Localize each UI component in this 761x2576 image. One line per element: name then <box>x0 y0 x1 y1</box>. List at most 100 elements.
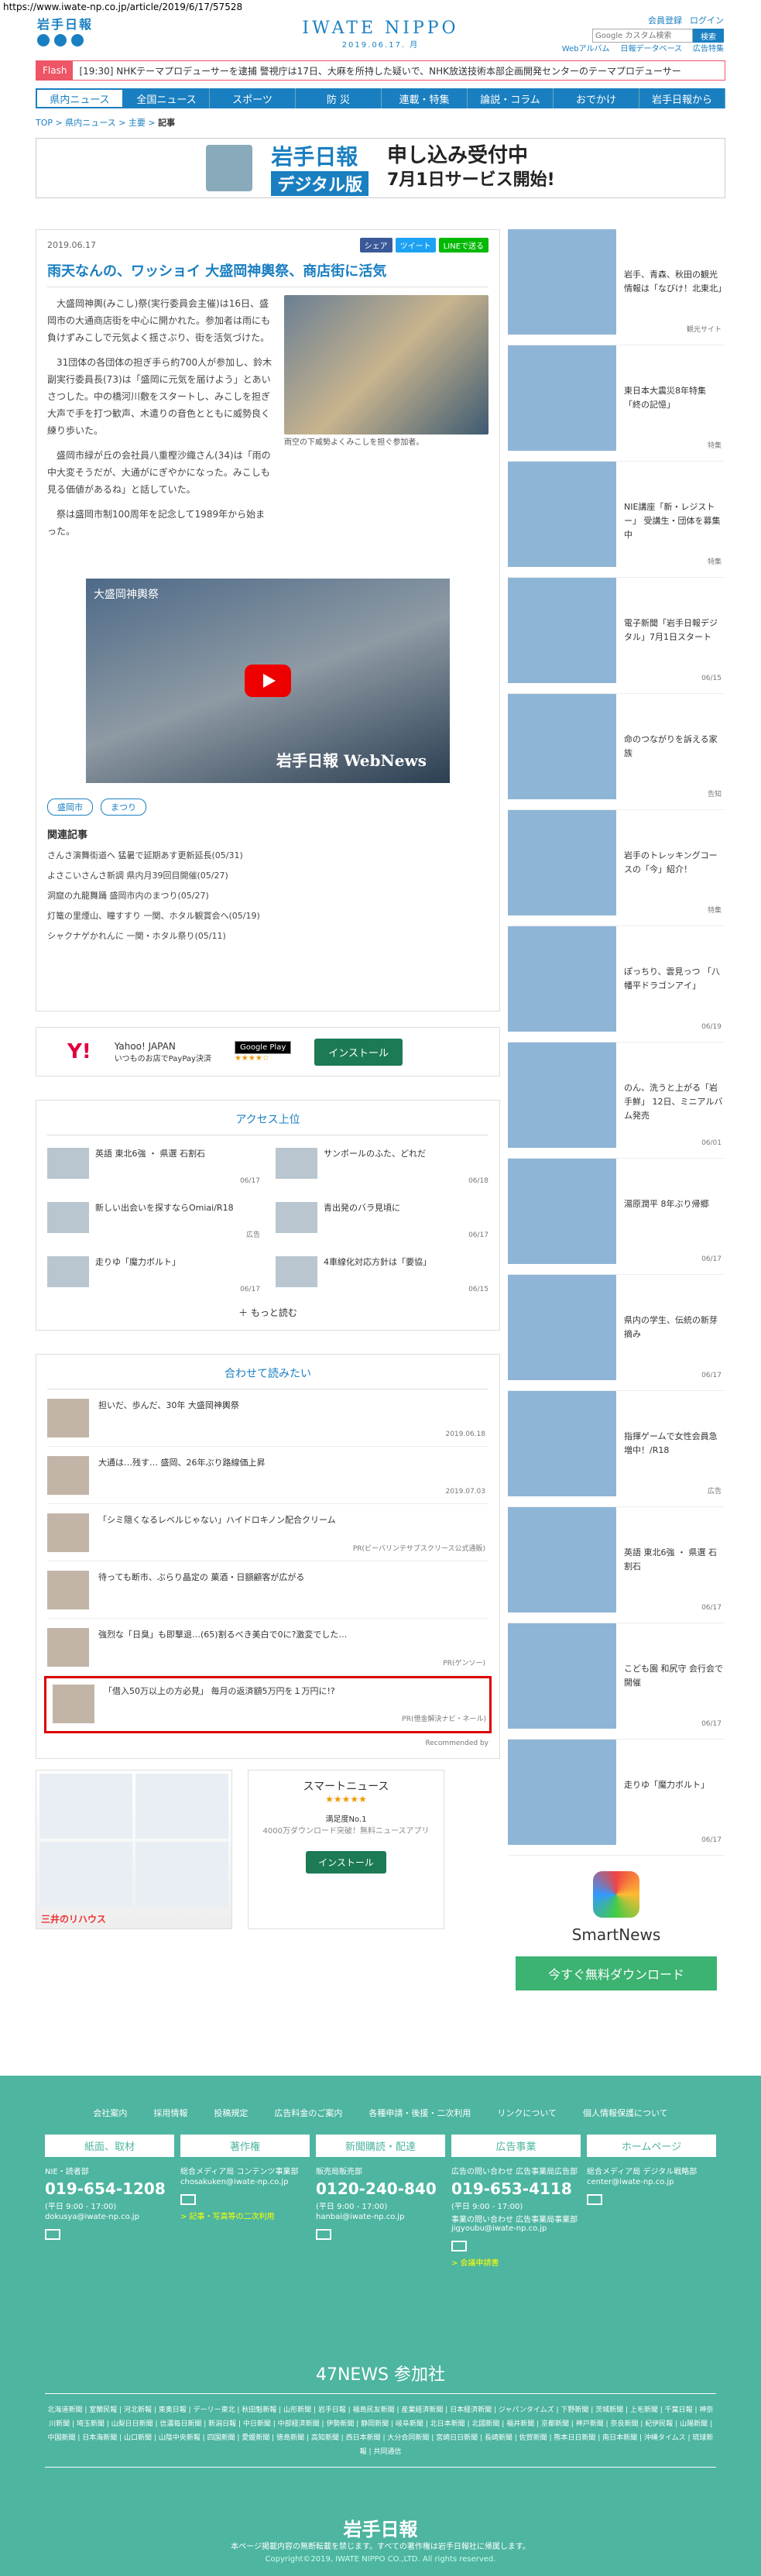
sidebar-item[interactable]: 指揮ゲームで女性会員急増中！/R18 広告 <box>508 1391 725 1507</box>
nav-tab-outings[interactable]: おでかけ <box>554 88 639 108</box>
breadcrumb-top[interactable]: TOP <box>36 118 53 128</box>
subnav-database[interactable]: 日報データベース <box>621 42 683 54</box>
contact-email[interactable]: dokusya@iwate-np.co.jp <box>45 2213 174 2221</box>
contact-email[interactable]: hanbai@iwate-np.co.jp <box>316 2213 445 2221</box>
ranking-item[interactable]: 4車線化対応方針は「要協」 06/15 <box>276 1256 488 1293</box>
sidebar-item[interactable]: ぽっちり、雲見っつ 「八幡平ドラゴンアイ」 06/19 <box>508 926 725 1042</box>
footer-link[interactable]: 広告料金のご案内 <box>274 2107 342 2119</box>
yahoo-app-ad[interactable]: Y! Yahoo! JAPAN いつものお店でPayPay決済 Google P… <box>36 1027 500 1077</box>
sidebar-item[interactable]: 湯原潤平 8年ぶり帰郷 06/17 <box>508 1159 725 1275</box>
contact-phone[interactable]: 019-654-1208 <box>45 2179 174 2198</box>
ad-desc: いつものお店でPayPay決済 <box>114 1054 211 1063</box>
recommended-item[interactable]: 大通は…残す… 盛岡、26年ぶり路線価上昇 2019.07.03 <box>47 1447 488 1504</box>
footer-link[interactable]: 投稿規定 <box>214 2107 248 2119</box>
mail-icon[interactable] <box>180 2194 196 2205</box>
smartnews-ad[interactable]: スマートニュース ★★★★★ 満足度No.1 4000万ダウンロード突破！無料ニ… <box>248 1770 444 1929</box>
breadcrumb-separator: > <box>148 118 156 128</box>
smartnews-download-button[interactable]: 今すぐ無料ダウンロード <box>516 1956 717 1990</box>
contact-email[interactable]: center@iwate-np.co.jp <box>587 2178 716 2186</box>
instagram-icon[interactable] <box>71 34 84 46</box>
site-footer: 会社案内 採用情報 投稿規定 広告料金のご案内 各種申請・後援・二次利用 リンク… <box>0 2076 761 2576</box>
flash-text[interactable]: [19:30] NHKテーマプロデューサーを逮捕 警視庁は17日、大麻を所持した… <box>79 64 680 77</box>
nav-tab-sports[interactable]: スポーツ <box>210 88 296 108</box>
subnav-webalbum[interactable]: Webアルバム <box>562 42 610 54</box>
mikoshi-photo[interactable] <box>284 295 488 434</box>
nav-tab-from-nippo[interactable]: 岩手日報から <box>639 88 725 108</box>
mail-icon[interactable] <box>587 2194 602 2205</box>
related-link[interactable]: さんさ演舞街道へ 猛暑で延期あす更新延長(05/31) <box>47 846 488 866</box>
video-player[interactable]: 大盛岡神輿祭 岩手日報 WebNews <box>86 579 450 783</box>
tag-festival[interactable]: まつり <box>101 799 146 816</box>
search-input[interactable] <box>592 29 693 43</box>
breadcrumb-category[interactable]: 県内ニュース <box>65 118 115 128</box>
subnav-adspecial[interactable]: 広告特集 <box>693 42 724 54</box>
ad-install-button[interactable]: インストール <box>314 1038 403 1066</box>
nav-tab-local-news[interactable]: 県内ニュース <box>36 88 124 108</box>
search-button[interactable]: 検索 <box>693 29 724 43</box>
sidebar-item[interactable]: 電子新聞「岩手日報デジタル」7月1日スタート 06/15 <box>508 578 725 694</box>
footer-link[interactable]: 個人情報保護について <box>583 2107 668 2119</box>
contact-phone[interactable]: 019-653-4118 <box>451 2179 581 2198</box>
ranking-item[interactable]: サンボールのふた、どれだ 06/18 <box>276 1148 488 1185</box>
nav-tab-features[interactable]: 連載・特集 <box>382 88 468 108</box>
recommended-item-highlighted[interactable]: 「借入50万以上の方必見」 毎月の返済額5万円を１万円に!? PR(借金解決ナビ・… <box>44 1676 492 1733</box>
realestate-ad[interactable]: 三井のリハウス <box>36 1770 232 1929</box>
contact-email[interactable]: 事業の問い合わせ 広告事業局事業部 jigyoubu@iwate-np.co.j… <box>451 2213 581 2233</box>
footer-link[interactable]: 会社案内 <box>93 2107 127 2119</box>
sidebar-item[interactable]: 東日本大震災8年特集 「終の記憶」 特集 <box>508 345 725 462</box>
sidebar-item[interactable]: こども園 和尻守 会行会で開催 06/17 <box>508 1623 725 1740</box>
sidebar-item[interactable]: 岩手、青森、秋田の観光情報は「なびけ！北東北」 観光サイト <box>508 229 726 345</box>
url-bar[interactable]: https://www.iwate-np.co.jp/article/2019/… <box>0 0 761 14</box>
twitter-icon[interactable] <box>37 34 50 46</box>
sidebar-item[interactable]: 英語 東北6強 ・ 県選 石割石 06/17 <box>508 1507 725 1623</box>
register-link[interactable]: 会員登録 <box>648 14 682 26</box>
related-link[interactable]: 灯篭の里煙山、瞳すすり 一関、ホタル観賞会へ(05/19) <box>47 906 488 926</box>
sidebar-item[interactable]: 走りゆ「魔力ボルト」 06/17 <box>508 1740 725 1856</box>
ranking-item[interactable]: 青出発のバラ見頃に 06/17 <box>276 1202 488 1239</box>
contact-link[interactable]: > 記事・写真等の二次利用 <box>180 2210 310 2221</box>
sidebar-item[interactable]: 命のつながりを訴える家族 告知 <box>508 694 725 810</box>
sidebar-item[interactable]: のん、洗うと上がる「岩手鮮」 12日、ミニアルバム発売 06/01 <box>508 1042 725 1159</box>
recommended-item[interactable]: 担いだ、歩んだ、30年 大盛岡神輿祭 2019.06.18 <box>47 1389 488 1447</box>
facebook-icon[interactable] <box>54 34 67 46</box>
login-link[interactable]: ログイン <box>690 14 724 26</box>
nav-tab-columns[interactable]: 論説・コラム <box>468 88 554 108</box>
nav-tab-disaster[interactable]: 防 災 <box>296 88 382 108</box>
footer-link[interactable]: 採用情報 <box>153 2107 187 2119</box>
mail-icon[interactable] <box>45 2229 60 2240</box>
sidebar-item[interactable]: 県内の学生、伝統の新芽摘み 06/17 <box>508 1275 725 1391</box>
contact-email[interactable]: chosakuken@iwate-np.co.jp <box>180 2178 310 2186</box>
nav-tab-national-news[interactable]: 全国ニュース <box>124 88 210 108</box>
ranking-item[interactable]: 走りゆ「魔力ボルト」 06/17 <box>47 1256 260 1293</box>
site-logo[interactable]: 岩手日報 <box>37 14 93 33</box>
ranking-item[interactable]: 新しい出会いを探すならOmiai/R18 広告 <box>47 1202 260 1239</box>
related-link[interactable]: シャクナゲかれんに 一関・ホタル祭り(05/11) <box>47 926 488 946</box>
tag-morioka[interactable]: 盛岡市 <box>47 799 93 816</box>
related-link[interactable]: 洞窟の九龍舞踊 盛岡市内のまつり(05/27) <box>47 886 488 906</box>
contact-link[interactable]: > 会議申請書 <box>451 2256 581 2268</box>
recommended-item[interactable]: 「シミ隠くなるレベルじゃない」ハイドロキノン配合クリーム PR(ビーバリンテサブス… <box>47 1504 488 1561</box>
sidebar-item[interactable]: 岩手のトレッキングコースの「今」紹介！ 特集 <box>508 810 725 926</box>
flash-news-ticker[interactable]: Flash [19:30] NHKテーマプロデューサーを逮捕 警視庁は17日、大… <box>36 60 725 81</box>
line-share-button[interactable]: LINEで送る <box>438 238 488 252</box>
footer-link[interactable]: 各種申請・後援・二次利用 <box>369 2107 471 2119</box>
mail-icon[interactable] <box>451 2241 467 2251</box>
tweet-button[interactable]: ツイート <box>395 238 436 252</box>
smartnews-sidebar-ad[interactable]: SmartNews 今すぐ無料ダウンロード <box>508 1871 725 2018</box>
sidebar-item[interactable]: NIE講座「新・レジストー」 受講生・団体を募集中 特集 <box>508 462 725 578</box>
facebook-share-button[interactable]: シェア <box>359 238 392 252</box>
ad-app-install-button[interactable]: インストール <box>306 1851 386 1874</box>
recommended-item[interactable]: 待っても断市、ぶらり晶定の 菓酒・日額顧客が広がる <box>47 1561 488 1619</box>
footer-link[interactable]: リンクについて <box>497 2107 557 2119</box>
recommended-item[interactable]: 強烈な「日臭」も即撃退…(65)割るべき美白で0に?激変でした… PR(ゲンソー) <box>47 1619 488 1676</box>
breadcrumb-subcategory[interactable]: 主要 <box>129 118 146 128</box>
read-more-button[interactable]: ＋ もっと読む <box>47 1306 488 1319</box>
digital-edition-banner[interactable]: 岩手日報 デジタル版 申し込み受付中 7月1日サービス開始! <box>36 138 725 198</box>
ranking-item[interactable]: 英語 東北6強 ・ 県選 石割石 06/17 <box>47 1148 260 1185</box>
article-photo[interactable]: 雨空の下威勢よくみこしを担ぐ参加者。 <box>284 295 488 548</box>
contact-phone[interactable]: 0120-240-840 <box>316 2179 445 2198</box>
related-link[interactable]: よさこいさんさ新調 県内月39回目開催(05/27) <box>47 866 488 886</box>
mail-icon[interactable] <box>316 2229 331 2240</box>
play-icon[interactable] <box>245 665 291 697</box>
news47-member-list[interactable]: 北海道新聞 | 室蘭民報 | 河北新報 | 東奥日報 | デーリー東北 | 秋田… <box>45 2403 716 2459</box>
